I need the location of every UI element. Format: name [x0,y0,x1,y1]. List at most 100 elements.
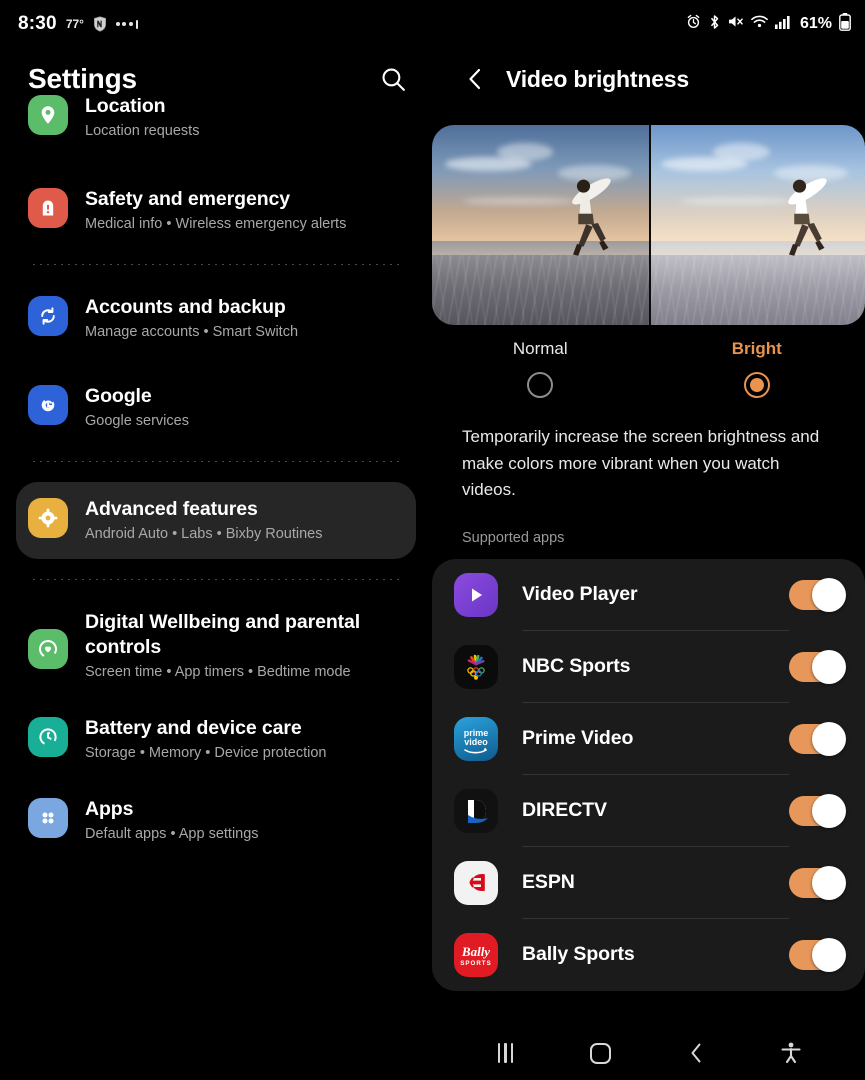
home-icon[interactable] [578,1033,624,1073]
back-chevron-icon[interactable] [462,66,488,92]
sidebar-item-subtitle: Android Auto • Labs • Bixby Routines [85,526,323,542]
sidebar-item-subtitle: Manage accounts • Smart Switch [85,324,299,340]
apps-grid-icon [28,798,68,838]
sidebar-item-title: Google [85,385,152,407]
app-name: NBC Sports [522,655,631,677]
app-name: DIRECTV [522,799,607,821]
sidebar-item-text: Digital Wellbeing and parental controls … [85,609,395,683]
bluetooth-icon [708,14,721,35]
app-row-content: Video Player [522,559,789,631]
app-toggle-directv[interactable] [789,793,846,828]
brightness-mode-selector[interactable]: Normal Bright [432,339,865,398]
app-row-directv[interactable]: DIRECTV [432,775,865,847]
mode-label-bright: Bright [731,339,782,358]
battery-icon [839,12,851,36]
sidebar-item-google[interactable]: Google Google services [16,374,416,441]
surfer-figure [774,173,830,265]
status-bar-left: 8:30 77° [18,13,139,35]
wifi-icon [751,14,768,34]
system-navigation-bar [0,1026,865,1080]
app-toggle-bally-sports[interactable] [789,937,846,972]
sidebar-item-apps[interactable]: Apps Default apps • App settings [16,787,416,854]
radio-bright[interactable] [743,372,770,398]
sync-accounts-icon [28,296,68,336]
detail-title: Video brightness [506,65,689,92]
mode-option-normal[interactable]: Normal [432,339,649,398]
preview-bright-half [648,125,865,325]
status-temperature: 77° [65,17,84,31]
sidebar-item-title: Digital Wellbeing and parental controls [85,611,361,658]
preview-normal-half [432,125,649,325]
status-clock: 8:30 [18,13,57,34]
safety-emergency-icon [28,188,68,228]
sidebar-item-subtitle: Default apps • App settings [85,826,259,842]
sidebar-item-advanced-features[interactable]: Advanced features Android Auto • Labs • … [16,482,416,559]
app-row-bally-sports[interactable]: Bally SPORTS Bally Sports [432,919,865,991]
app-row-video-player[interactable]: Video Player [432,559,865,631]
sidebar-item-subtitle: Google services [85,413,189,429]
sidebar-item-location[interactable]: Location Location requests [16,84,416,151]
sidebar-item-title: Location [85,95,166,117]
description-text: Temporarily increase the screen brightne… [462,427,820,499]
location-pin-icon [28,95,68,135]
section-divider [28,461,404,462]
app-row-content: ESPN [522,847,789,919]
sidebar-item-text: Accounts and backup Manage accounts • Sm… [85,294,298,343]
svg-text:Bally: Bally [461,944,490,959]
preview-divider [648,125,651,325]
brightness-preview-image [432,125,865,325]
app-row-prime-video[interactable]: prime video Prime Video [432,703,865,775]
app-row-content: NBC Sports [522,631,789,703]
section-divider [28,264,404,265]
status-bar-right: 61% [686,12,851,36]
sidebar-item-subtitle: Screen time • App timers • Bedtime mode [85,664,351,680]
sidebar-item-text: Advanced features Android Auto • Labs • … [85,496,322,545]
app-row-content: Prime Video [522,703,789,775]
sidebar-item-text: Safety and emergency Medical info • Wire… [85,186,346,235]
signal-icon [774,15,791,34]
directv-icon [454,788,498,833]
app-toggle-nbc-sports[interactable] [789,649,846,684]
battery-device-care-icon [28,717,68,757]
video-brightness-pane: Video brightness Normal Bright Temporari… [432,48,865,1026]
nav-buttons [432,1033,865,1073]
supported-apps-label: Supported apps [462,529,565,546]
app-row-nbc-sports[interactable]: NBC Sports [432,631,865,703]
sidebar-item-title: Accounts and backup [85,296,286,318]
supported-apps-list: Video Player NBC Sports prime video Prim… [432,558,865,991]
accessibility-icon[interactable] [768,1033,814,1073]
sidebar-item-accounts-and-backup[interactable]: Accounts and backup Manage accounts • Sm… [16,285,416,352]
svg-text:SPORTS: SPORTS [460,960,491,967]
app-row-espn[interactable]: ESPN [432,847,865,919]
settings-list[interactable]: Location Location requests Safety and em… [0,84,432,1014]
sidebar-item-battery-and-device-care[interactable]: Battery and device care Storage • Memory… [16,706,416,773]
sidebar-item-title: Battery and device care [85,717,302,739]
sidebar-item-subtitle: Location requests [85,123,200,139]
radio-normal[interactable] [527,372,554,398]
app-name: Prime Video [522,727,634,749]
app-row-content: Bally Sports [522,919,789,991]
prime-video-icon: prime video [454,716,498,761]
app-row-content: DIRECTV [522,775,789,847]
app-name: Video Player [522,583,638,605]
status-bar: 8:30 77° 61% [0,0,865,48]
sidebar-item-text: Google Google services [85,383,189,432]
bally-sports-icon: Bally SPORTS [454,932,498,977]
surfer-figure [558,173,614,265]
section-divider [28,579,404,580]
recents-icon[interactable] [483,1033,529,1073]
back-icon[interactable] [673,1033,719,1073]
app-toggle-espn[interactable] [789,865,846,900]
app-toggle-video-player[interactable] [789,577,846,612]
sidebar-item-digital-wellbeing[interactable]: Digital Wellbeing and parental controls … [16,600,416,692]
advanced-features-gear-icon [28,498,68,538]
sidebar-item-safety-and-emergency[interactable]: Safety and emergency Medical info • Wire… [16,177,416,244]
app-name: ESPN [522,871,575,893]
app-toggle-prime-video[interactable] [789,721,846,756]
app-name: Bally Sports [522,943,635,965]
mode-option-bright[interactable]: Bright [649,339,865,398]
sidebar-item-text: Apps Default apps • App settings [85,796,259,845]
google-g-icon [28,385,68,425]
sidebar-item-text: Battery and device care Storage • Memory… [85,715,326,764]
video-player-icon [454,572,498,617]
